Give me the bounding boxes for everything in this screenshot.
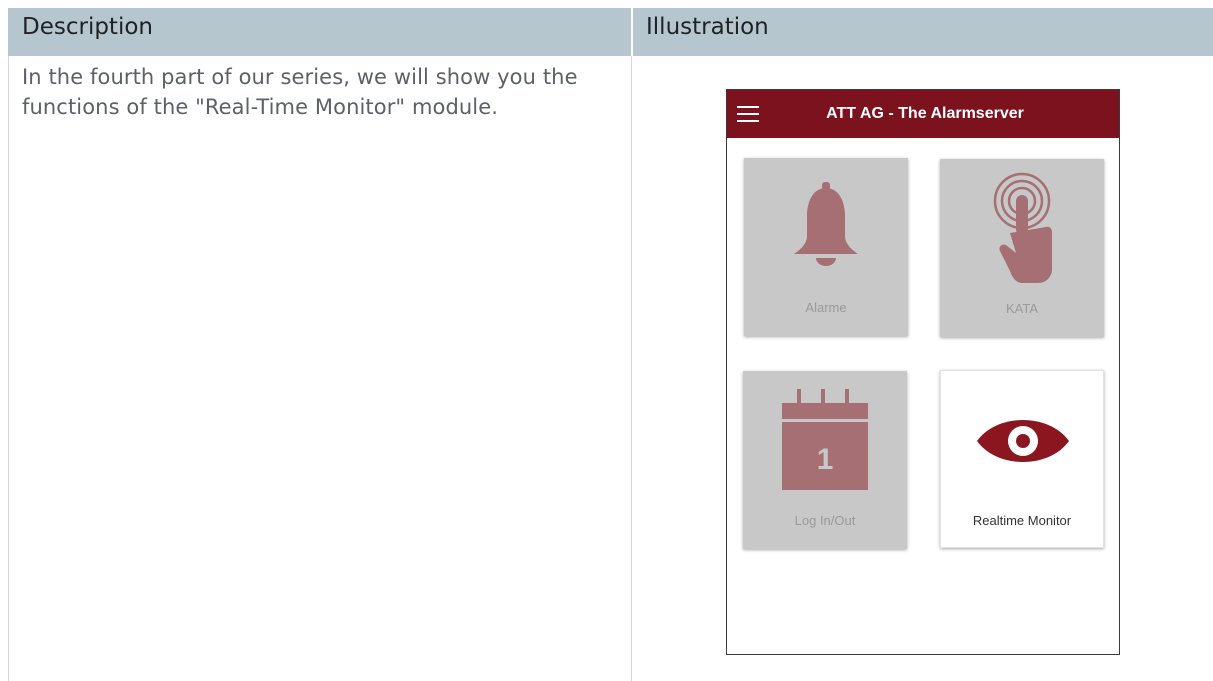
tile-realtime-monitor[interactable]: Realtime Monitor bbox=[940, 370, 1104, 548]
tile-label: Log In/Out bbox=[794, 513, 856, 528]
app-title: ATT AG - The Alarmserver bbox=[826, 105, 1024, 122]
description-text: In the fourth part of our series, we wil… bbox=[22, 65, 578, 119]
phone-screenshot: ATT AG - The Alarmserver Alarme KATA 1 L… bbox=[726, 89, 1120, 655]
tile-label: Alarme bbox=[805, 300, 847, 315]
touch-icon bbox=[993, 172, 1052, 283]
table-left-border bbox=[8, 56, 9, 681]
tile-label: KATA bbox=[1005, 301, 1039, 316]
header-description: Description bbox=[22, 14, 153, 40]
tile-label: Realtime Monitor bbox=[972, 513, 1072, 528]
tile-log-in-out[interactable]: 1 Log In/Out bbox=[743, 371, 907, 549]
tile-kata[interactable]: KATA bbox=[940, 159, 1104, 337]
column-divider bbox=[631, 56, 632, 681]
eye-icon bbox=[977, 420, 1069, 462]
calendar-day-number: 1 bbox=[817, 443, 834, 476]
tile-alarme[interactable]: Alarme bbox=[744, 158, 908, 336]
bell-icon bbox=[794, 182, 858, 266]
calendar-icon: 1 bbox=[782, 389, 868, 490]
app-bar: ATT AG - The Alarmserver bbox=[727, 90, 1119, 138]
header-illustration: Illustration bbox=[646, 14, 769, 40]
header-divider bbox=[631, 8, 633, 56]
table-header-row: Description Illustration bbox=[8, 8, 1213, 56]
